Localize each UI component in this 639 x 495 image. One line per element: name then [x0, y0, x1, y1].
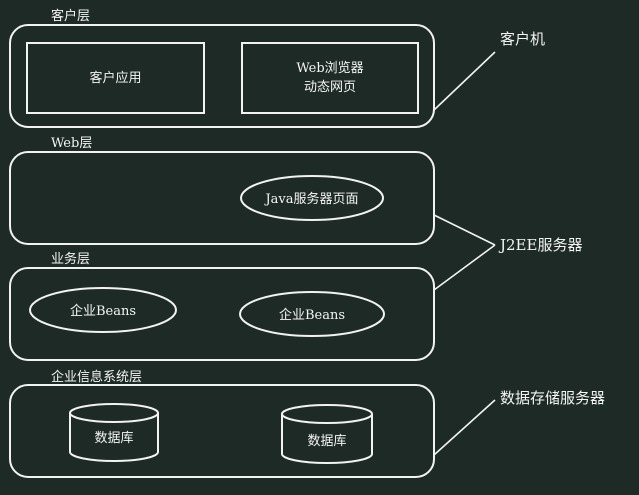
dynamic-pages-label: 动态网页: [304, 80, 356, 95]
enterprise-bean-2-label: 企业Beans: [279, 307, 345, 323]
data-storage-server-label: 数据存储服务器: [500, 389, 605, 407]
web-browser-label: Web浏览器: [296, 60, 363, 76]
web-browser-box: [241, 42, 419, 114]
client-tier-frame: [9, 24, 435, 128]
storage-connector: [433, 399, 496, 456]
jsp-label: Java服务器页面: [263, 191, 358, 207]
eis-tier: 企业信息系统层 数据库 数据库: [9, 369, 435, 478]
client-tier: 客户层 客户应用 Web浏览器 动态网页: [9, 8, 435, 128]
web-tier-title: Web层: [51, 136, 92, 151]
client-machine-connector: [433, 51, 496, 111]
business-tier: 业务层 企业Beans 企业Beans: [9, 251, 435, 361]
j2ee-architecture-diagram: 客户层 客户应用 Web浏览器 动态网页 Web层 Java服务器页面 业务层 …: [9, 8, 605, 478]
j2ee-server-label: J2EE服务器: [498, 236, 582, 254]
business-tier-title: 业务层: [51, 251, 90, 267]
connector-lines: [433, 51, 496, 456]
client-tier-title: 客户层: [51, 8, 90, 24]
client-app-label: 客户应用: [89, 70, 141, 86]
eis-tier-frame: [9, 384, 435, 478]
j2ee-web-connector: [433, 214, 496, 246]
client-machine-label: 客户机: [500, 30, 545, 48]
web-tier: Web层 Java服务器页面: [9, 136, 435, 245]
database-1-label: 数据库: [94, 430, 133, 446]
j2ee-business-connector: [433, 244, 496, 291]
web-tier-frame: [9, 151, 435, 245]
database-2-label: 数据库: [307, 433, 346, 449]
eis-tier-title: 企业信息系统层: [51, 369, 142, 385]
enterprise-bean-1-label: 企业Beans: [70, 303, 136, 319]
